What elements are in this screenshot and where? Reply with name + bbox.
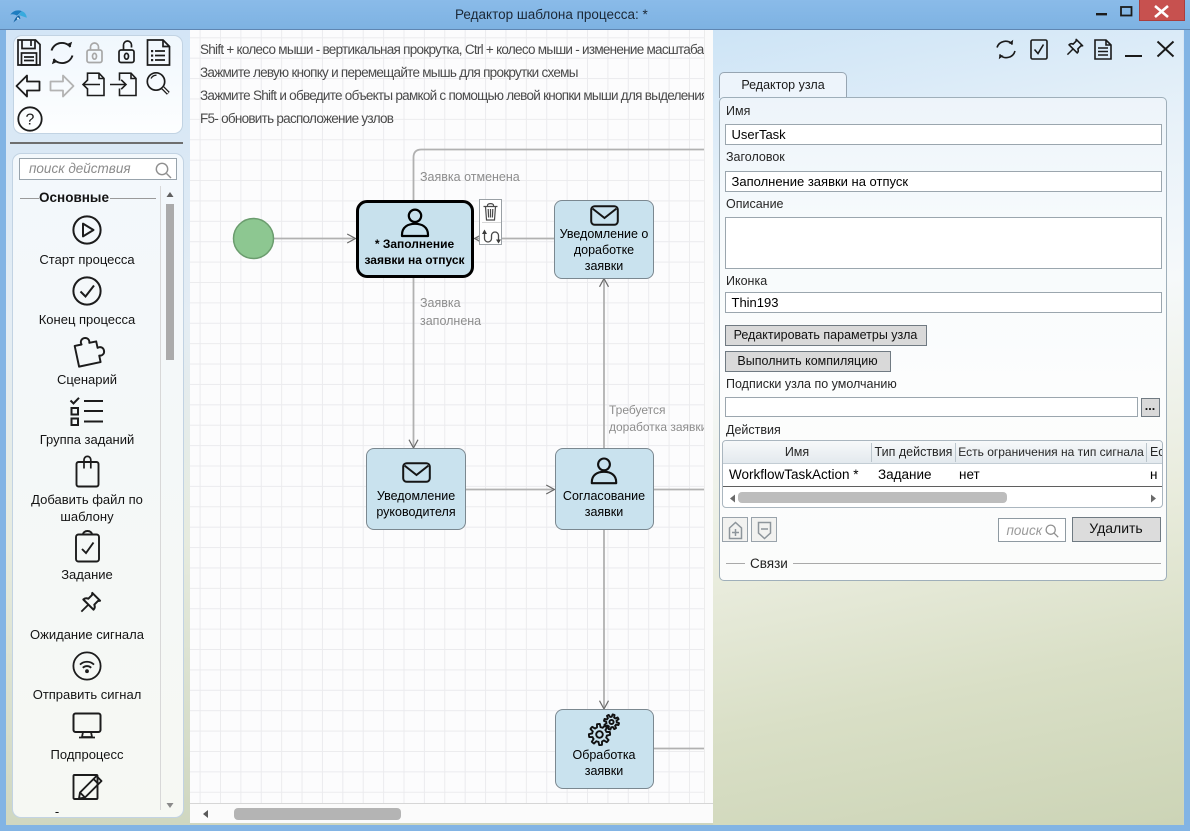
svg-text:?: ?: [26, 112, 35, 129]
